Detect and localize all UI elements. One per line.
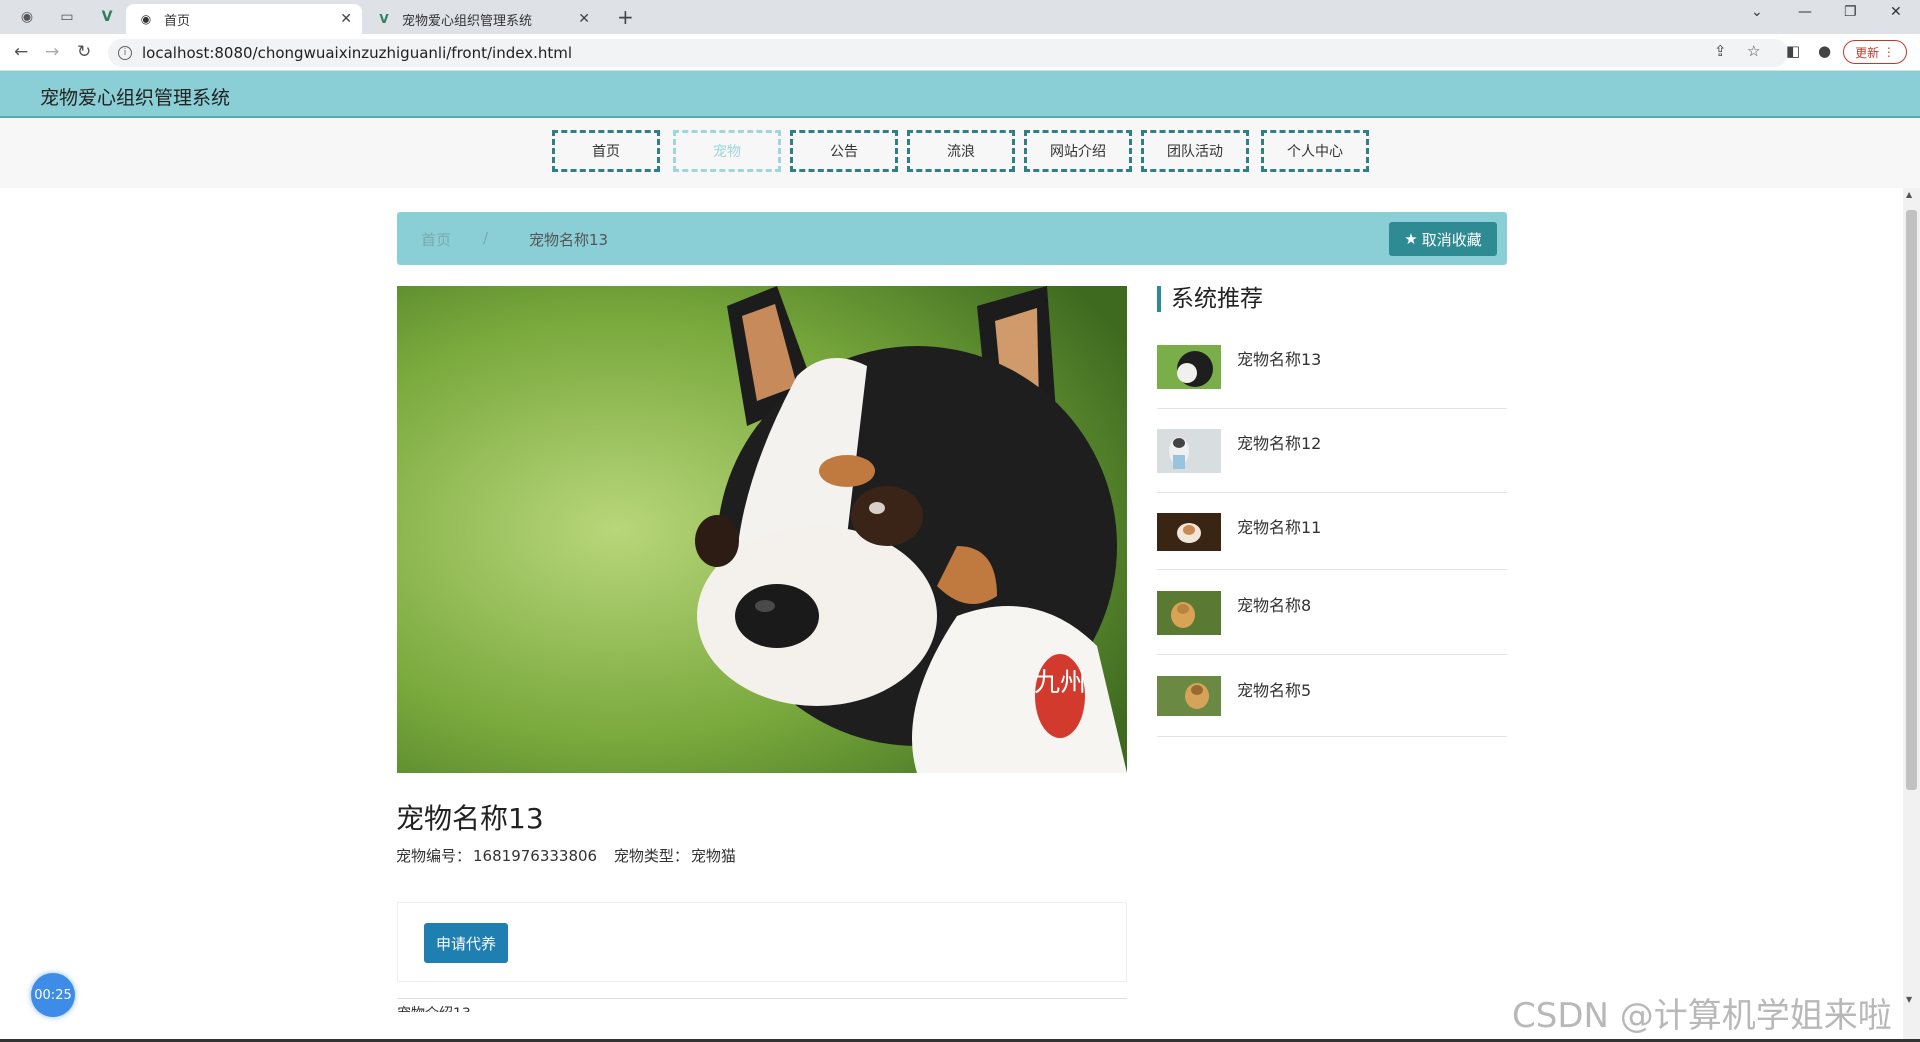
recommend-name[interactable]: 宠物名称8 — [1237, 592, 1311, 616]
update-label: 更新 — [1855, 45, 1880, 60]
recommend-name[interactable]: 宠物名称13 — [1237, 346, 1321, 370]
close-icon[interactable]: ✕ — [578, 11, 590, 27]
blank-tab-icon[interactable]: ▭ — [54, 4, 80, 30]
recording-timer: 00:25 — [31, 973, 75, 1017]
unfavorite-label: 取消收藏 — [1421, 230, 1482, 249]
restore-button[interactable]: ❐ — [1844, 4, 1857, 20]
chevron-down-icon[interactable]: ⌄ — [1751, 4, 1763, 20]
recommend-thumbnail[interactable] — [1157, 591, 1221, 635]
pet-main-image: 九州 — [397, 286, 1127, 773]
nav-item-home[interactable]: 首页 — [552, 130, 660, 172]
update-button[interactable]: 更新 ⋮ — [1843, 40, 1907, 64]
recommend-name[interactable]: 宠物名称5 — [1237, 677, 1311, 701]
recommend-item[interactable]: 宠物名称12 — [1157, 426, 1507, 493]
pet-type-label: 宠物类型： — [613, 847, 689, 865]
recommend-thumbnail[interactable] — [1157, 345, 1221, 389]
pet-meta: 宠物编号： 1681976333806 宠物类型： 宠物猫 — [396, 845, 748, 866]
nav-item-pets[interactable]: 宠物 — [673, 130, 781, 172]
url-input[interactable]: i localhost:8080/chongwuaixinzuzhiguanli… — [108, 39, 1788, 67]
star-icon[interactable]: ☆ — [1747, 42, 1760, 60]
side-panel-icon[interactable]: ◧ — [1786, 42, 1800, 60]
seal-text: 九州 — [1034, 668, 1086, 698]
unfavorite-button[interactable]: ★ 取消收藏 — [1389, 222, 1497, 256]
minimize-button[interactable]: — — [1798, 4, 1812, 20]
recommend-item[interactable]: 宠物名称8 — [1157, 588, 1507, 655]
nav-item-notices[interactable]: 公告 — [790, 130, 898, 172]
profile-icon[interactable]: ● — [1818, 42, 1831, 60]
vue-tab-icon[interactable]: V — [94, 4, 120, 30]
nav-item-profile[interactable]: 个人中心 — [1261, 130, 1369, 172]
tab-system[interactable]: V 宠物爱心组织管理系统 ✕ — [364, 4, 600, 34]
nav-item-activities[interactable]: 团队活动 — [1141, 130, 1249, 172]
recommend-item[interactable]: 宠物名称13 — [1157, 342, 1507, 409]
globe-icon[interactable]: ◉ — [14, 4, 40, 30]
globe-icon: ◉ — [140, 12, 152, 26]
browser-tab-bar: ◉ ▭ V ◉ 首页 ✕ V 宠物爱心组织管理系统 ✕ + ⌄ — ❐ ✕ — [0, 0, 1920, 34]
pet-type-value: 宠物猫 — [690, 847, 736, 865]
site-header: 宠物爱心组织管理系统 — [0, 71, 1920, 118]
tab-home[interactable]: ◉ 首页 ✕ — [126, 4, 362, 34]
star-icon: ★ — [1404, 230, 1418, 248]
breadcrumb: 首页 / 宠物名称13 ★ 取消收藏 — [397, 212, 1507, 265]
nav-item-about[interactable]: 网站介绍 — [1024, 130, 1132, 172]
pet-id-label: 宠物编号： — [396, 847, 472, 865]
nav-item-stray[interactable]: 流浪 — [907, 130, 1015, 172]
site-title: 宠物爱心组织管理系统 — [40, 87, 231, 109]
apply-panel: 申请代养 — [397, 902, 1127, 982]
info-icon[interactable]: i — [118, 46, 132, 60]
close-icon[interactable]: ✕ — [340, 11, 352, 27]
breadcrumb-separator: / — [483, 229, 489, 247]
breadcrumb-home[interactable]: 首页 — [421, 229, 451, 250]
url-text: localhost:8080/chongwuaixinzuzhiguanli/f… — [142, 44, 573, 62]
back-button[interactable]: ← — [14, 42, 28, 62]
tab-title: 首页 — [164, 13, 191, 29]
recommend-item[interactable]: 宠物名称5 — [1157, 673, 1507, 737]
recommend-name[interactable]: 宠物名称11 — [1237, 514, 1321, 538]
share-icon[interactable]: ⇪ — [1714, 42, 1727, 60]
recommend-thumbnail[interactable] — [1157, 676, 1221, 716]
recommend-name[interactable]: 宠物名称12 — [1237, 430, 1321, 454]
forward-button[interactable]: → — [45, 42, 59, 62]
breadcrumb-current: 宠物名称13 — [529, 231, 609, 249]
scroll-up-arrow-icon[interactable]: ▲ — [1906, 190, 1912, 199]
watermark: CSDN @计算机学姐来啦 — [1512, 996, 1892, 1036]
new-tab-button[interactable]: + — [617, 5, 634, 29]
tab-title: 宠物爱心组织管理系统 — [402, 13, 533, 29]
scroll-down-arrow-icon[interactable]: ▼ — [1906, 995, 1912, 1004]
recommend-item[interactable]: 宠物名称11 — [1157, 510, 1507, 570]
vue-icon: V — [379, 12, 389, 26]
apply-foster-button[interactable]: 申请代养 — [424, 923, 508, 963]
address-bar-row: ← → ↻ i localhost:8080/chongwuaixinzuzhi… — [0, 34, 1920, 71]
recommend-title: 系统推荐 — [1157, 286, 1263, 312]
reload-button[interactable]: ↻ — [77, 42, 91, 62]
recommend-thumbnail[interactable] — [1157, 429, 1221, 473]
pet-id-value: 1681976333806 — [473, 847, 598, 865]
window-close-button[interactable]: ✕ — [1890, 4, 1902, 20]
pet-name: 宠物名称13 — [396, 802, 544, 835]
scrollbar-thumb[interactable] — [1906, 210, 1917, 790]
recommend-thumbnail[interactable] — [1157, 513, 1221, 551]
pet-intro: 宠物介绍13 — [397, 998, 1127, 1012]
main-nav: 首页 宠物 公告 流浪 网站介绍 团队活动 个人中心 — [0, 118, 1920, 188]
